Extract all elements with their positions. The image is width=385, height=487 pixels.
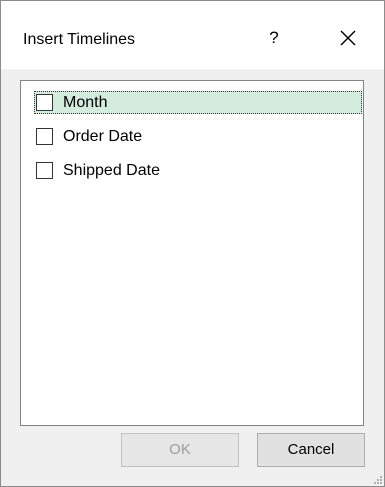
dialog-title: Insert Timelines — [23, 31, 136, 48]
list-item-label: Month — [63, 93, 108, 111]
resize-grip-icon[interactable] — [372, 474, 382, 484]
order-date-checkbox[interactable] — [36, 128, 53, 145]
help-button[interactable]: ? — [259, 23, 289, 53]
cancel-button[interactable]: Cancel — [257, 433, 365, 467]
insert-timelines-dialog: Insert Timelines ? Month Order Date Ship… — [0, 0, 385, 487]
shipped-date-checkbox[interactable] — [36, 162, 53, 179]
list-item-order-date[interactable]: Order Date — [33, 125, 363, 148]
list-item-label: Order Date — [63, 127, 143, 145]
timeline-field-list[interactable]: Month Order Date Shipped Date — [20, 80, 364, 426]
list-item-label: Shipped Date — [63, 161, 160, 179]
month-checkbox[interactable] — [36, 94, 53, 111]
close-button[interactable] — [328, 23, 368, 53]
close-icon — [340, 30, 356, 46]
list-item-shipped-date[interactable]: Shipped Date — [33, 159, 363, 182]
list-item-month[interactable]: Month — [33, 91, 363, 114]
title-bar[interactable]: Insert Timelines ? — [1, 1, 384, 69]
ok-button[interactable]: OK — [121, 433, 239, 467]
